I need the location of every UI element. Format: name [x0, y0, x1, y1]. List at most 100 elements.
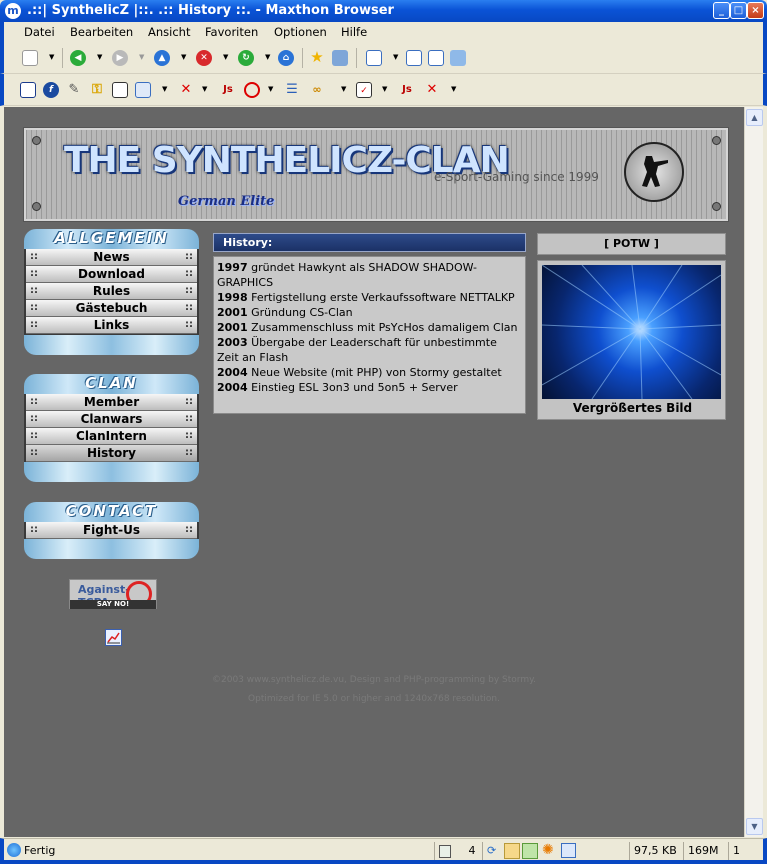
dropdown-arrow-icon[interactable]: ▼: [223, 53, 228, 61]
nav-item-links[interactable]: :: Links::: [26, 317, 197, 334]
menu-ansicht[interactable]: Ansicht: [148, 25, 190, 39]
stop-icon[interactable]: ✕: [196, 50, 212, 66]
dropdown-arrow-icon[interactable]: ▼: [162, 85, 167, 93]
dropdown-arrow-icon[interactable]: ▼: [139, 53, 144, 61]
tcpa-badge-subtext: SAY NO!: [70, 600, 156, 609]
history-content: 1997 gründet Hawkynt als SHADOW SHADOW-G…: [213, 256, 526, 414]
nav-item-member[interactable]: :: Member::: [26, 394, 197, 411]
history-entry: 1997 gründet Hawkynt als SHADOW SHADOW-G…: [217, 261, 478, 289]
js-icon[interactable]: Js: [220, 82, 236, 98]
flash-icon[interactable]: f: [43, 82, 59, 98]
dropdown-arrow-icon[interactable]: ▼: [49, 53, 54, 61]
history-entry: 2003 Übergabe der Leaderschaft für unbes…: [217, 336, 497, 364]
menu-bar: Datei Bearbeiten Ansicht Favoriten Optio…: [0, 22, 767, 42]
ad-hunter-icon[interactable]: [522, 843, 538, 859]
popup-counter-panel[interactable]: 4: [434, 842, 482, 860]
maxthon-logo-icon[interactable]: m: [5, 3, 21, 19]
nav-item-fight-us[interactable]: :: Fight-Us::: [26, 522, 197, 539]
cancel-icon[interactable]: ✕: [424, 82, 440, 98]
nav-item-rules[interactable]: :: Rules::: [26, 283, 197, 300]
web-page: THE SYNTHELICZ-CLAN German Elite e-Sport…: [4, 107, 744, 837]
potw-caption[interactable]: Vergrößertes Bild: [538, 401, 727, 415]
nav-item-clanintern[interactable]: :: ClanIntern::: [26, 428, 197, 445]
filter-icon[interactable]: ∞: [309, 82, 325, 98]
js-toggle-icon[interactable]: Js: [399, 82, 415, 98]
sun-icon[interactable]: ✺: [542, 842, 554, 858]
menu-optionen[interactable]: Optionen: [274, 25, 327, 39]
page-size-panel: 97,5 KB: [629, 842, 683, 860]
up-icon[interactable]: ▲: [154, 50, 170, 66]
sync-icon: ⟳: [487, 844, 497, 857]
link-icon[interactable]: ✎: [66, 82, 82, 98]
screw-icon: [32, 136, 41, 145]
scroll-down-icon[interactable]: ▼: [746, 818, 763, 835]
nav-item-history[interactable]: :: History::: [26, 445, 197, 462]
minimize-button[interactable]: _: [713, 2, 730, 19]
favorites-star-icon[interactable]: ★: [309, 49, 325, 65]
dropdown-arrow-icon[interactable]: ▼: [268, 85, 273, 93]
nav-item-clanwars[interactable]: :: Clanwars::: [26, 411, 197, 428]
block-icon[interactable]: [244, 82, 260, 98]
dropdown-arrow-icon[interactable]: ▼: [265, 53, 270, 61]
notes-icon[interactable]: [332, 50, 348, 66]
nav-item-news[interactable]: :: News::: [26, 249, 197, 266]
dropdown-arrow-icon[interactable]: ▼: [451, 85, 456, 93]
nav-item-download[interactable]: :: Download::: [26, 266, 197, 283]
no-images-icon[interactable]: ✕: [178, 82, 194, 98]
memory-panel: 169M: [683, 842, 728, 860]
table-icon[interactable]: [135, 82, 151, 98]
view-icon[interactable]: [366, 50, 382, 66]
dropdown-arrow-icon[interactable]: ▼: [202, 85, 207, 93]
document-icon[interactable]: [112, 82, 128, 98]
dropdown-arrow-icon[interactable]: ▼: [393, 53, 398, 61]
nav-footer: [24, 462, 199, 482]
split-icon[interactable]: [428, 50, 444, 66]
against-tcpa-badge[interactable]: Against-TCPA SAY NO!: [69, 579, 157, 609]
title-bar: m .::| SynthelicZ |::. .:: History ::. -…: [0, 0, 767, 22]
vertical-scrollbar[interactable]: ▲ ▼: [744, 107, 763, 837]
maximize-button[interactable]: □: [730, 2, 747, 19]
dropdown-arrow-icon[interactable]: ▼: [181, 53, 186, 61]
menu-datei[interactable]: Datei: [24, 25, 55, 39]
forward-icon[interactable]: ▶: [112, 50, 128, 66]
potw-image[interactable]: [541, 264, 722, 400]
nav-box-contact: CONTACT :: Fight-Us::: [24, 502, 199, 559]
close-button[interactable]: ×: [747, 2, 764, 19]
menu-bearbeiten[interactable]: Bearbeiten: [70, 25, 133, 39]
new-page-icon[interactable]: [22, 50, 38, 66]
site-header-banner: THE SYNTHELICZ-CLAN German Elite e-Sport…: [23, 127, 729, 222]
back-icon[interactable]: ◀: [70, 50, 86, 66]
nav-item-gaestebuch[interactable]: :: Gästebuch::: [26, 300, 197, 317]
potw-box: Vergrößertes Bild: [537, 260, 726, 420]
page-icon[interactable]: [20, 82, 36, 98]
main-toolbar: ▼ ◀ ▼ ▶ ▼ ▲ ▼ ✕ ▼ ↻ ▼ ⌂ ★ ▼: [0, 42, 767, 74]
dropdown-arrow-icon[interactable]: ▼: [97, 53, 102, 61]
nav-footer: [24, 539, 199, 559]
refresh-icon[interactable]: ↻: [238, 50, 254, 66]
history-entry: 2004 Einstieg ESL 3on3 und 5on5 + Server: [217, 381, 458, 394]
fullscreen-icon[interactable]: [406, 50, 422, 66]
window-icon[interactable]: [561, 843, 576, 858]
separator: [302, 48, 303, 68]
menu-favoriten[interactable]: Favoriten: [205, 25, 258, 39]
menu-hilfe[interactable]: Hilfe: [341, 25, 367, 39]
window-title: .::| SynthelicZ |::. .:: History ::. - M…: [27, 3, 394, 18]
globe-icon: [7, 843, 21, 857]
nav-box-allgemein: ALLGEMEIN :: News:: :: Download:: :: Rules:…: [24, 229, 199, 355]
checkbox-icon[interactable]: ✓: [356, 82, 372, 98]
popup-blocker-icon[interactable]: [504, 843, 520, 859]
scroll-up-icon[interactable]: ▲: [746, 109, 763, 126]
dropdown-arrow-icon[interactable]: ▼: [341, 85, 346, 93]
counter-strike-logo-icon: [624, 142, 684, 202]
popup-count: 4: [468, 844, 476, 857]
key-icon[interactable]: ⚿: [89, 82, 105, 98]
plugins-icon[interactable]: [450, 50, 466, 66]
separator: [356, 48, 357, 68]
nav-footer: [24, 335, 199, 355]
status-bar: Fertig 4 ⟳ ✺ 97,5 KB 169M 1: [0, 838, 767, 864]
list-icon[interactable]: ☰: [284, 82, 300, 98]
history-entry: 2004 Neue Website (mit PHP) von Stormy g…: [217, 366, 502, 379]
home-icon[interactable]: ⌂: [278, 50, 294, 66]
dropdown-arrow-icon[interactable]: ▼: [382, 85, 387, 93]
stats-chart-icon[interactable]: [105, 629, 122, 646]
